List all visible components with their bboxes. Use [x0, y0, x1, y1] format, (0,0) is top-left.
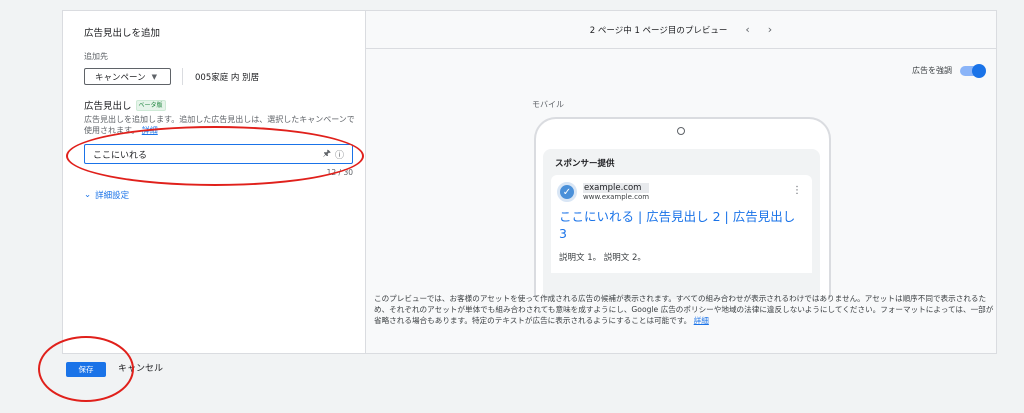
highlight-ad-toggle[interactable] [960, 63, 986, 78]
campaign-dropdown[interactable]: キャンペーン ▼ [84, 68, 171, 85]
help-icon[interactable]: ⓘ [335, 148, 344, 161]
toggle-knob [972, 63, 986, 78]
chevron-right-icon[interactable]: › [768, 23, 772, 36]
more-vert-icon[interactable]: ⋮ [792, 185, 802, 196]
sponsored-label: スポンサー提供 [555, 159, 615, 169]
chevron-down-icon: ⌄ [84, 190, 92, 200]
ad-domain: example.com [583, 183, 650, 193]
beta-badge: ベータ版 [135, 99, 166, 111]
checkmark-favicon-icon: ✓ [557, 182, 577, 202]
highlight-ad-row: 広告を強調 [912, 63, 986, 78]
preview-disclaimer: このプレビューでは、お客様のアセットを使って作成される広告の候補が表示されます。… [374, 293, 994, 326]
add-to-label: 追加先 [84, 52, 108, 61]
character-counter: 12 / 30 [326, 168, 353, 177]
divider [182, 68, 183, 85]
ad-card: ✓ example.com www.example.com ⋮ ここにいれる |… [551, 175, 812, 273]
phone-frame: スポンサー提供 ✓ example.com www.example.com ⋮ … [534, 117, 831, 299]
preview-page-indicator: 2 ページ中 1 ページ目のプレビュー [589, 25, 728, 36]
phone-camera-icon [677, 127, 685, 135]
headline-label: 広告見出し [84, 101, 132, 112]
campaign-dropdown-label: キャンペーン [95, 72, 146, 83]
ad-description: 説明文 1。 説明文 2。 [559, 253, 646, 263]
disclaimer-learn-more-link[interactable]: 詳細 [694, 316, 709, 325]
ad-display-url: www.example.com [583, 193, 650, 201]
advanced-settings-label: 詳細設定 [95, 191, 130, 201]
highlight-ad-label: 広告を強調 [912, 66, 952, 75]
ad-headline: ここにいれる | 広告見出し 2 | 広告見出し 3 [559, 209, 796, 241]
ad-preview-panel: 2 ページ中 1 ページ目のプレビュー ‹ › 広告を強調 モバイル スポンサー… [366, 11, 996, 353]
headline-description-text: 広告見出しを追加します。追加した広告見出しは、選択したキャンペーンで使用されます… [84, 115, 355, 135]
cancel-button[interactable]: キャンセル [118, 362, 163, 377]
campaign-name: 005家庭 内 別居 [195, 72, 260, 83]
preview-header: 2 ページ中 1 ページ目のプレビュー ‹ › [366, 11, 996, 49]
learn-more-link[interactable]: 詳細 [142, 126, 158, 135]
advanced-settings-toggle[interactable]: ⌄ 詳細設定 [84, 189, 353, 201]
save-button[interactable]: 保存 [66, 362, 106, 377]
form-title: 広告見出しを追加 [84, 28, 161, 39]
ad-preview: スポンサー提供 ✓ example.com www.example.com ⋮ … [543, 149, 820, 299]
headline-input-value: ここにいれる [93, 150, 148, 161]
headline-description: 広告見出しを追加します。追加した広告見出しは、選択したキャンペーンで使用されます… [84, 114, 356, 136]
pin-icon[interactable]: 🖈 [323, 146, 331, 162]
add-headline-panel: 広告見出しを追加 追加先 キャンペーン ▼ 005家庭 内 別居 広告見出し ベ… [62, 10, 997, 354]
device-label: モバイル [532, 100, 564, 109]
chevron-left-icon[interactable]: ‹ [745, 23, 749, 36]
disclaimer-text: このプレビューでは、お客様のアセットを使って作成される広告の候補が表示されます。… [374, 294, 994, 325]
chevron-down-icon: ▼ [151, 72, 157, 81]
headline-input[interactable]: ここにいれる 🖈 ⓘ [84, 144, 353, 164]
headline-form: 広告見出しを追加 追加先 キャンペーン ▼ 005家庭 内 別居 広告見出し ベ… [63, 11, 366, 353]
